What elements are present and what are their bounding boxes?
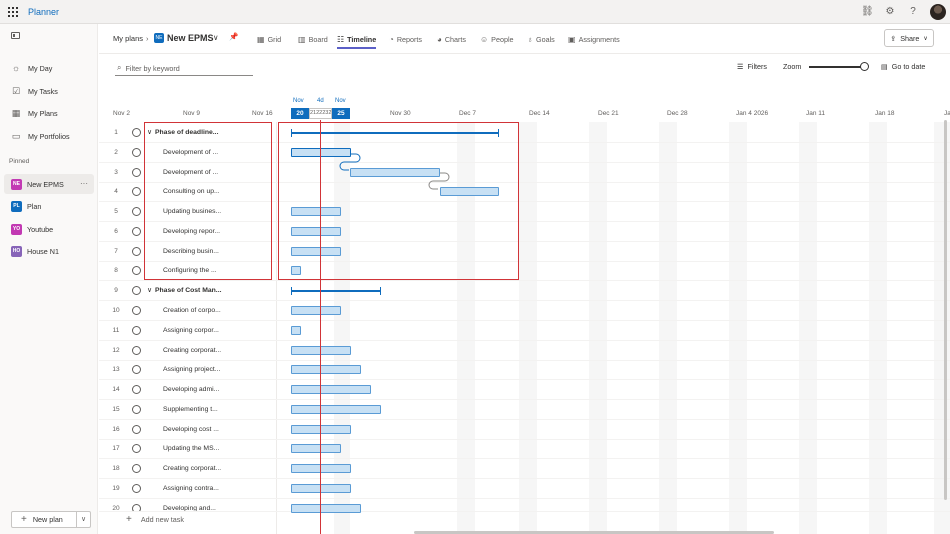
people-icon: ☺: [480, 34, 489, 44]
plan-badge: PL: [11, 200, 22, 212]
pinned-item-label: Youtube: [27, 224, 54, 234]
plus-icon: +: [21, 514, 27, 525]
add-new-task-button[interactable]: + Add new task: [126, 514, 184, 525]
app-header: Planner ⛓ ⚙ ?: [0, 0, 950, 24]
add-task-label: Add new task: [140, 515, 184, 524]
sidebar-item-label: My Plans: [28, 108, 58, 118]
goals-icon: ♁: [527, 34, 533, 44]
tab-label: Goals: [536, 34, 555, 44]
plan-badge: HO: [11, 245, 22, 257]
plan-header: My plans › NE New EPMS ∨ 📌 ▦ Grid ▥ Board …: [99, 24, 950, 54]
sidebar-item-label: My Tasks: [28, 86, 58, 96]
go-to-date-button[interactable]: ▤ Go to date: [881, 62, 925, 71]
tab-timeline[interactable]: ☷ Timeline: [337, 33, 377, 49]
sidebar-item-label: My Portfolios: [28, 131, 70, 141]
highlight-box-timeline: [278, 122, 519, 280]
tab-charts[interactable]: ◕ Charts: [437, 33, 466, 45]
chevron-down-icon[interactable]: ∨: [76, 512, 90, 527]
search-input[interactable]: ⌕ Filter by keyword: [115, 61, 253, 76]
breadcrumb[interactable]: My plans: [113, 34, 143, 43]
tasks-icon: ☑: [11, 85, 21, 96]
plan-icon: NE: [154, 33, 164, 43]
tab-label: Assignments: [578, 34, 620, 44]
pinned-item-label: New EPMS: [27, 179, 64, 189]
pinned-item-plan[interactable]: PL Plan: [4, 196, 94, 216]
sidebar-item-my-plans[interactable]: ▦ My Plans: [0, 103, 98, 123]
grid-icon: ▦: [11, 107, 21, 118]
tab-reports[interactable]: ◔ Reports: [389, 33, 422, 45]
pinned-heading: Pinned: [9, 158, 30, 165]
charts-icon: ◕: [437, 34, 442, 44]
plus-icon: +: [126, 514, 132, 525]
tab-grid[interactable]: ▦ Grid: [257, 33, 281, 45]
app-launcher-icon[interactable]: [8, 7, 18, 17]
zoom-slider-thumb[interactable]: [860, 62, 869, 71]
search-icon: ⌕: [117, 63, 122, 72]
pinned-item-new-epms[interactable]: NE New EPMS ···: [4, 174, 94, 194]
share-link-icon[interactable]: ⛓: [861, 6, 874, 18]
filters-label: Filters: [747, 62, 768, 71]
timeline-toolbar: ⌕ Filter by keyword ☰ Filters Zoom ▤ Go to…: [99, 54, 950, 82]
tab-label: Charts: [444, 34, 467, 44]
collapse-sidebar-icon[interactable]: [11, 32, 20, 39]
pinned-item-house-n1[interactable]: HO House N1: [4, 241, 94, 261]
timeline-icon: ☷: [337, 34, 345, 44]
share-label: Share: [900, 33, 920, 43]
timeline-grid: Nov 2 Nov 9 Nov 16 Nov 4d Nov 20 2122232…: [99, 82, 950, 534]
plan-title[interactable]: New EPMS: [167, 33, 214, 43]
tab-people[interactable]: ☺ People: [480, 33, 514, 45]
avatar[interactable]: [930, 4, 946, 20]
assignments-icon: ▣: [568, 34, 576, 44]
filters-button[interactable]: ☰ Filters: [737, 62, 767, 71]
grid-icon: ▦: [257, 34, 265, 44]
chevron-down-icon[interactable]: ∨: [213, 33, 219, 42]
reports-icon: ◔: [389, 34, 394, 44]
tab-assignments[interactable]: ▣ Assignments: [568, 33, 620, 45]
tab-label: Grid: [267, 34, 282, 44]
tab-board[interactable]: ▥ Board: [298, 33, 328, 45]
filter-icon: ☰: [737, 62, 744, 71]
share-button[interactable]: ⇪ Share ∨: [884, 29, 934, 47]
chevron-down-icon: ∨: [923, 35, 928, 42]
folder-icon: ▭: [11, 130, 21, 141]
search-placeholder: Filter by keyword: [125, 63, 180, 73]
pinned-item-youtube[interactable]: YO Youtube: [4, 219, 94, 239]
pinned-item-label: Plan: [27, 201, 42, 211]
highlight-box-task-list: [144, 122, 272, 280]
tab-label: People: [491, 34, 514, 44]
tab-label: Reports: [396, 34, 423, 44]
breadcrumb-chevron-icon: ›: [146, 34, 149, 43]
settings-gear-icon[interactable]: ⚙: [884, 6, 896, 18]
sun-icon: ☼: [11, 63, 21, 73]
calendar-icon: ▤: [881, 62, 888, 71]
plan-badge: NE: [11, 178, 22, 190]
tab-goals[interactable]: ♁ Goals: [527, 33, 555, 45]
sidebar-item-my-day[interactable]: ☼ My Day: [0, 58, 98, 78]
more-options-icon[interactable]: ···: [80, 179, 88, 188]
zoom-label: Zoom: [783, 62, 802, 71]
sidebar-item-my-tasks[interactable]: ☑ My Tasks: [0, 81, 98, 101]
go-to-date-label: Go to date: [891, 62, 926, 71]
help-icon[interactable]: ?: [907, 6, 919, 18]
vertical-scrollbar[interactable]: [944, 120, 947, 500]
sidebar-item-my-portfolios[interactable]: ▭ My Portfolios: [0, 126, 98, 146]
pin-icon[interactable]: 📌: [229, 32, 238, 41]
new-plan-button[interactable]: + New plan ∨: [11, 511, 91, 528]
tab-label: Board: [308, 34, 328, 44]
app-name[interactable]: Planner: [28, 7, 59, 17]
pinned-item-label: House N1: [27, 246, 59, 256]
plan-badge: YO: [11, 223, 22, 235]
board-icon: ▥: [298, 34, 306, 44]
new-plan-label: New plan: [32, 515, 63, 524]
zoom-slider-track[interactable]: [809, 66, 865, 68]
share-icon: ⇪: [890, 33, 897, 43]
sidebar-item-label: My Day: [28, 63, 53, 73]
tab-label: Timeline: [347, 34, 377, 44]
sidebar: ☼ My Day ☑ My Tasks ▦ My Plans ▭ My Portfoli…: [0, 24, 98, 534]
